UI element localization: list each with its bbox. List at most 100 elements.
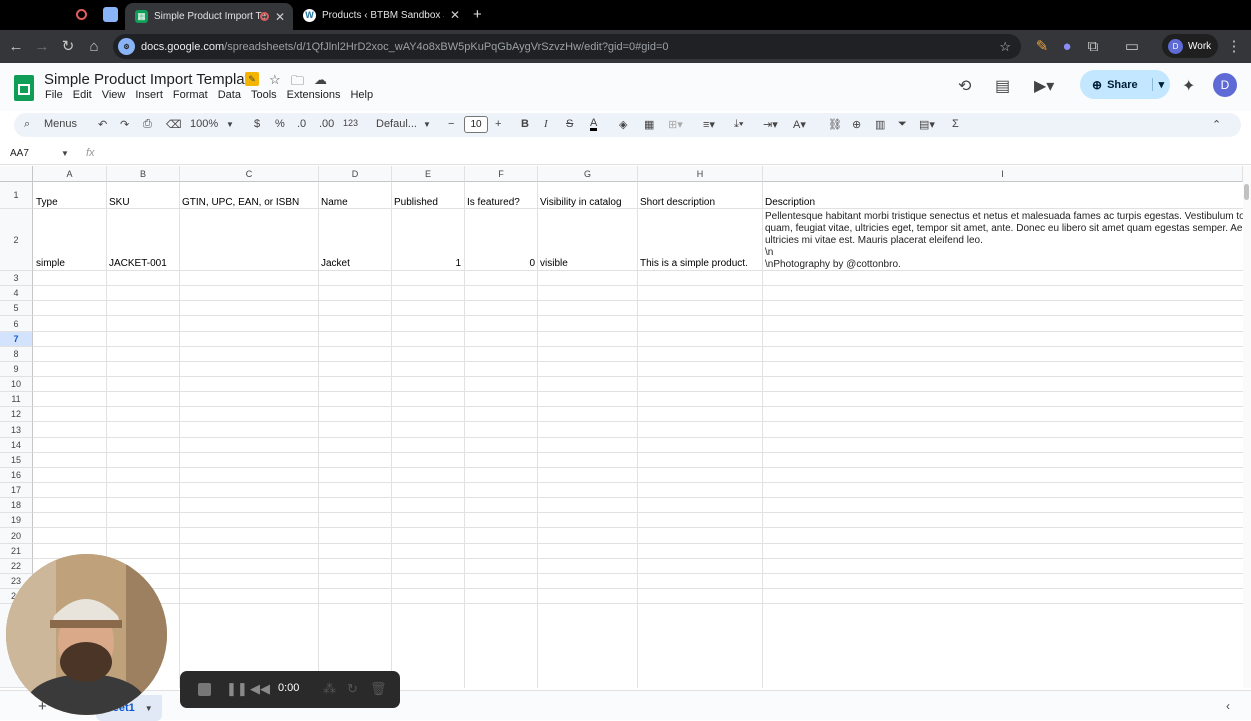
- cast-icon[interactable]: ▭: [1122, 36, 1142, 56]
- row-header[interactable]: 17: [0, 483, 33, 498]
- bold-icon[interactable]: B: [521, 118, 529, 130]
- new-tab-icon[interactable]: +: [473, 6, 482, 23]
- row-header[interactable]: 21: [0, 544, 33, 559]
- chevron-down-icon[interactable]: ▼: [423, 120, 431, 129]
- cell-b1[interactable]: SKU: [109, 197, 130, 208]
- cell-i2[interactable]: Pellentesque habitant morbi tristique se…: [765, 211, 1243, 271]
- row-header[interactable]: 8: [0, 347, 33, 362]
- fill-color-icon[interactable]: ◈: [619, 118, 627, 131]
- percent-format[interactable]: %: [275, 118, 285, 130]
- grid-icon[interactable]: ⁂: [323, 681, 336, 697]
- number-format[interactable]: 123: [343, 118, 358, 128]
- share-dropdown-icon[interactable]: ▾: [1151, 78, 1164, 91]
- extension-icon[interactable]: ●: [1057, 36, 1077, 56]
- row-header[interactable]: 6: [0, 316, 33, 332]
- profile-button[interactable]: D Work: [1162, 34, 1218, 58]
- sheet-nav-icon[interactable]: ‹: [1226, 699, 1230, 713]
- row-header[interactable]: 22: [0, 559, 33, 574]
- cell-a2[interactable]: simple: [36, 258, 65, 269]
- cell-f1[interactable]: Is featured?: [467, 197, 520, 208]
- functions-icon[interactable]: Σ: [952, 118, 959, 130]
- column-header-a[interactable]: A: [33, 166, 107, 182]
- select-all-corner[interactable]: [0, 166, 33, 182]
- text-color-icon[interactable]: A: [590, 118, 598, 131]
- chevron-down-icon[interactable]: ▼: [226, 120, 234, 129]
- link-icon[interactable]: ⛓: [828, 118, 842, 131]
- row-header[interactable]: 3: [0, 271, 33, 286]
- close-tab-icon[interactable]: ✕: [450, 8, 460, 22]
- account-avatar[interactable]: D: [1213, 73, 1237, 97]
- meet-icon[interactable]: ▶▾: [1034, 76, 1054, 96]
- row-header-selected[interactable]: 7: [0, 332, 33, 347]
- version-history-icon[interactable]: ⟲: [958, 76, 971, 96]
- cell-e2[interactable]: 1: [392, 258, 461, 269]
- cell-e1[interactable]: Published: [394, 197, 438, 208]
- column-header-f[interactable]: F: [465, 166, 538, 182]
- tab-products[interactable]: W Products ‹ BTBM Sandbox Si ✕: [293, 3, 463, 27]
- row-header[interactable]: 12: [0, 407, 33, 422]
- zoom-select[interactable]: 100%: [190, 118, 218, 130]
- menu-extensions[interactable]: Extensions: [287, 89, 341, 101]
- column-header-c[interactable]: C: [180, 166, 319, 182]
- row-header[interactable]: 5: [0, 301, 33, 316]
- row-header[interactable]: 2: [0, 209, 33, 271]
- row-header[interactable]: 15: [0, 453, 33, 468]
- chevron-down-icon[interactable]: ▼: [61, 149, 69, 158]
- address-bar[interactable]: ⚙ docs.google.com/spreadsheets/d/1QfJlnl…: [113, 34, 1021, 59]
- chart-icon[interactable]: ▥: [875, 118, 885, 131]
- column-header-g[interactable]: G: [538, 166, 638, 182]
- gemini-icon[interactable]: ✦: [1182, 76, 1195, 96]
- cell-c1[interactable]: GTIN, UPC, EAN, or ISBN: [182, 197, 299, 208]
- row-header[interactable]: 11: [0, 392, 33, 407]
- sheets-logo-icon[interactable]: [14, 75, 34, 101]
- row-header[interactable]: 16: [0, 468, 33, 483]
- reload-icon[interactable]: ↻: [58, 36, 78, 56]
- row-header[interactable]: 13: [0, 422, 33, 438]
- cell-f2[interactable]: 0: [465, 258, 535, 269]
- text-wrap-icon[interactable]: ⇥▾: [763, 118, 778, 131]
- delete-icon[interactable]: 🗑: [370, 681, 387, 697]
- cell-g1[interactable]: Visibility in catalog: [540, 197, 622, 208]
- name-box[interactable]: AA7: [10, 148, 29, 159]
- cell-a1[interactable]: Type: [36, 197, 58, 208]
- filter-icon[interactable]: ⏷: [898, 118, 907, 131]
- decrease-font-icon[interactable]: −: [448, 118, 454, 130]
- menu-file[interactable]: File: [45, 89, 63, 101]
- bookmark-star-icon[interactable]: ☆: [999, 39, 1011, 55]
- merge-cells-icon[interactable]: ⊞▾: [668, 118, 683, 131]
- italic-icon[interactable]: I: [544, 118, 548, 130]
- column-header-h[interactable]: H: [638, 166, 763, 182]
- row-header[interactable]: 19: [0, 513, 33, 528]
- menu-insert[interactable]: Insert: [135, 89, 163, 101]
- filter-views-icon[interactable]: ▤▾: [919, 118, 935, 131]
- site-info-icon[interactable]: ⚙: [118, 38, 135, 55]
- comment-icon[interactable]: ⊕: [852, 118, 861, 131]
- undo-icon[interactable]: ↶: [98, 118, 107, 131]
- row-header[interactable]: 1: [0, 182, 33, 209]
- restart-icon[interactable]: ↻: [347, 681, 358, 697]
- back-icon[interactable]: ←: [6, 36, 26, 56]
- row-header[interactable]: 9: [0, 362, 33, 377]
- chevron-down-icon[interactable]: ▼: [145, 704, 153, 713]
- font-size-input[interactable]: 10: [464, 116, 488, 133]
- star-icon[interactable]: ☆: [269, 72, 281, 88]
- puzzle-icon[interactable]: ⧉: [1083, 36, 1103, 56]
- cell-d1[interactable]: Name: [321, 197, 348, 208]
- browser-menu-icon[interactable]: ⋮: [1224, 36, 1244, 56]
- borders-icon[interactable]: ▦: [644, 118, 654, 131]
- increase-font-icon[interactable]: +: [495, 118, 501, 130]
- column-header-b[interactable]: B: [107, 166, 180, 182]
- menu-edit[interactable]: Edit: [73, 89, 92, 101]
- search-menus[interactable]: Menus: [44, 118, 77, 130]
- cell-d2[interactable]: Jacket: [321, 258, 350, 269]
- row-header[interactable]: 4: [0, 286, 33, 301]
- share-button[interactable]: ⊕ Share ▾: [1080, 70, 1170, 99]
- forward-icon[interactable]: →: [32, 36, 52, 56]
- stop-recording-icon[interactable]: [198, 683, 211, 696]
- tab-sheets[interactable]: ▦ Simple Product Import Te ✕: [125, 3, 293, 30]
- home-icon[interactable]: ⌂: [84, 36, 104, 56]
- text-rotation-icon[interactable]: A▾: [793, 118, 806, 131]
- cell-h1[interactable]: Short description: [640, 197, 715, 208]
- apps-script-icon[interactable]: ✎: [245, 72, 259, 86]
- row-header[interactable]: 10: [0, 377, 33, 392]
